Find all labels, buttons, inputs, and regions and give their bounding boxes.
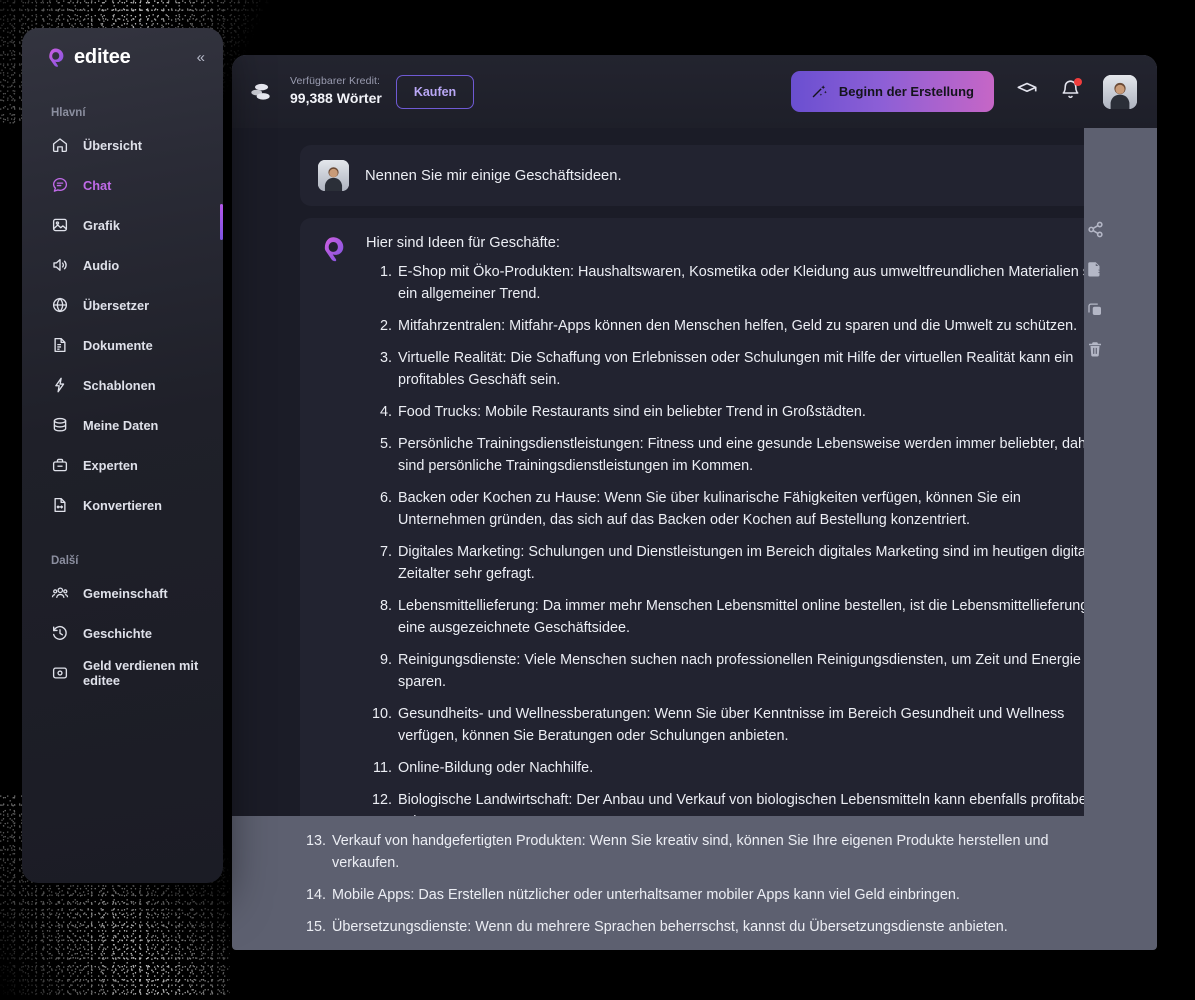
- sidebar-item-label: Konvertieren: [83, 497, 162, 513]
- sidebar-item-label: Übersetzer: [83, 297, 150, 313]
- list-item: Online-Bildung oder Nachhilfe.: [366, 757, 594, 779]
- list-item: Übersetzungsdienste: Wenn du mehrere Spr…: [300, 916, 1008, 938]
- user-message-text: Nennen Sie mir einige Geschäftsideen.: [365, 167, 622, 184]
- sidebar-item-label: Grafik: [83, 217, 120, 233]
- list-item: Backen oder Kochen zu Hause: Wenn Sie üb…: [366, 487, 1021, 528]
- user-avatar-image: [318, 160, 349, 191]
- list-item: Biologische Landwirtschaft: Der Anbau un…: [366, 789, 1084, 816]
- coins-icon: [251, 83, 270, 100]
- chat-overflow-text: Verkauf von handgefertigten Produkten: W…: [300, 820, 1090, 938]
- notification-dot: [1074, 77, 1082, 86]
- sidebar-section-main: Hlavní Übersicht Chat Grafik Audio Übers…: [22, 107, 223, 525]
- ideas-list-overflow: Verkauf von handgefertigten Produkten: W…: [300, 830, 1090, 938]
- editee-e-glyph: [324, 237, 344, 262]
- list-item: Verkauf von handgefertigten Produkten: W…: [300, 830, 1049, 871]
- list-item: E-Shop mit Öko-Produkten: Haushaltswaren…: [366, 261, 1084, 302]
- graduation-cap-icon: [1017, 82, 1037, 93]
- sidebar-item-konvertieren[interactable]: Konvertieren: [22, 485, 223, 525]
- sidebar-item-label: Audio: [83, 257, 120, 273]
- database-icon: [51, 416, 69, 434]
- magic-wand-icon: [812, 85, 827, 98]
- buy-button[interactable]: Kaufen: [395, 74, 475, 109]
- credit-display: Verfügbarer Kredit: 99,388 Wörter: [290, 75, 382, 108]
- sidebar-item-gemeinschaft[interactable]: Gemeinschaft: [22, 573, 223, 613]
- sidebar-item-uebersetzer[interactable]: Übersetzer: [22, 285, 223, 325]
- start-creation-button[interactable]: Beginn der Erstellung: [790, 71, 994, 112]
- list-item: Persönliche Trainingsdienstleistungen: F…: [366, 433, 1084, 474]
- list-item: Reinigungsdienste: Viele Menschen suchen…: [366, 649, 1084, 690]
- chat-overlay-panel: Nennen Sie mir einige Geschäftsideen. Hi…: [232, 128, 1084, 816]
- globe-icon: [51, 296, 69, 314]
- sidebar: editee « Hlavní Übersicht Chat Grafik Au…: [22, 28, 223, 883]
- bolt-icon: [51, 376, 69, 394]
- sidebar-item-label: Dokumente: [83, 337, 153, 353]
- sidebar-item-dokumente[interactable]: Dokumente: [22, 325, 223, 365]
- collapse-sidebar-button[interactable]: «: [197, 49, 207, 66]
- editee-logo-icon: [318, 234, 348, 264]
- sidebar-section-title: Hlavní: [51, 107, 86, 119]
- avatar[interactable]: [1103, 74, 1137, 109]
- sidebar-item-geschichte[interactable]: Geschichte: [22, 613, 223, 653]
- sidebar-item-chat[interactable]: Chat: [22, 165, 223, 205]
- sidebar-item-label: Geschichte: [83, 625, 152, 641]
- credit-label: Verfügbarer Kredit:: [290, 75, 381, 88]
- sidebar-item-label: Gemeinschaft: [83, 585, 168, 601]
- sidebar-item-label: Meine Daten: [83, 417, 159, 433]
- ideas-list: E-Shop mit Öko-Produkten: Haushaltswaren…: [366, 261, 1084, 816]
- academy-button[interactable]: [1016, 78, 1038, 105]
- trash-icon: [1089, 342, 1101, 357]
- sidebar-item-grafik[interactable]: Grafik: [22, 205, 223, 245]
- sidebar-item-schablonen[interactable]: Schablonen: [22, 365, 223, 405]
- money-box-icon: [51, 664, 69, 682]
- sidebar-item-geld-verdienen[interactable]: Geld verdienen mit editee: [22, 653, 223, 693]
- start-creation-label: Beginn der Erstellung: [838, 84, 974, 99]
- file-convert-icon: [51, 496, 69, 514]
- credit-value: 99,388 Wörter: [290, 90, 382, 107]
- editee-logo-icon: [49, 48, 64, 67]
- list-item: Mobile Apps: Das Erstellen nützlicher od…: [300, 884, 960, 906]
- sidebar-item-experten[interactable]: Experten: [22, 445, 223, 485]
- sidebar-section-title: Další: [51, 555, 79, 567]
- users-icon: [51, 584, 69, 602]
- sidebar-header: editee «: [22, 28, 223, 69]
- user-avatar-image: [1103, 74, 1137, 109]
- list-item: Lebensmittellieferung: Da immer mehr Men…: [366, 595, 1084, 636]
- sidebar-item-label: Geld verdienen mit editee: [83, 658, 199, 688]
- assistant-message: Hier sind Ideen für Geschäfte: E-Shop mi…: [300, 218, 1084, 816]
- document-icon: [51, 336, 69, 354]
- file-export-icon: [1088, 262, 1100, 277]
- top-header: Verfügbarer Kredit: 99,388 Wörter Kaufen…: [232, 55, 1157, 128]
- list-item: Digitales Marketing: Schulungen und Dien…: [366, 541, 1084, 582]
- sidebar-item-label: Schablonen: [83, 377, 156, 393]
- sidebar-section-more: Další Gemeinschaft Geschichte Geld verdi…: [22, 555, 223, 693]
- logo-text: editee: [74, 46, 131, 68]
- assistant-intro-text: Hier sind Ideen für Geschäfte:: [366, 235, 560, 251]
- user-message: Nennen Sie mir einige Geschäftsideen.: [300, 145, 1084, 206]
- app-root: Verkauf von handgefertigten Produkten: W…: [0, 0, 1195, 1000]
- image-icon: [51, 216, 69, 234]
- toolbox-icon: [51, 456, 69, 474]
- sidebar-item-audio[interactable]: Audio: [22, 245, 223, 285]
- history-icon: [51, 624, 69, 642]
- user-message-avatar: [318, 160, 349, 191]
- home-icon: [51, 136, 69, 154]
- sidebar-item-label: Chat: [83, 177, 112, 193]
- sidebar-item-label: Experten: [83, 457, 138, 473]
- sidebar-item-uebersicht[interactable]: Übersicht: [22, 125, 223, 165]
- sidebar-item-meine-daten[interactable]: Meine Daten: [22, 405, 223, 445]
- list-item: Virtuelle Realität: Die Schaffung von Er…: [366, 347, 1074, 388]
- sidebar-item-label: Übersicht: [83, 137, 143, 153]
- list-item: Mitfahrzentralen: Mitfahr-Apps können de…: [366, 315, 1078, 337]
- share-icon: [1087, 221, 1103, 237]
- speaker-icon: [51, 256, 69, 274]
- notifications-button[interactable]: [1060, 77, 1082, 105]
- chat-icon: [51, 176, 69, 194]
- list-item: Gesundheits- und Wellnessberatungen: Wen…: [366, 703, 1065, 744]
- message-list: Nennen Sie mir einige Geschäftsideen. Hi…: [300, 145, 1084, 816]
- list-item: Food Trucks: Mobile Restaurants sind ein…: [366, 401, 866, 423]
- copy-icon: [1088, 303, 1101, 315]
